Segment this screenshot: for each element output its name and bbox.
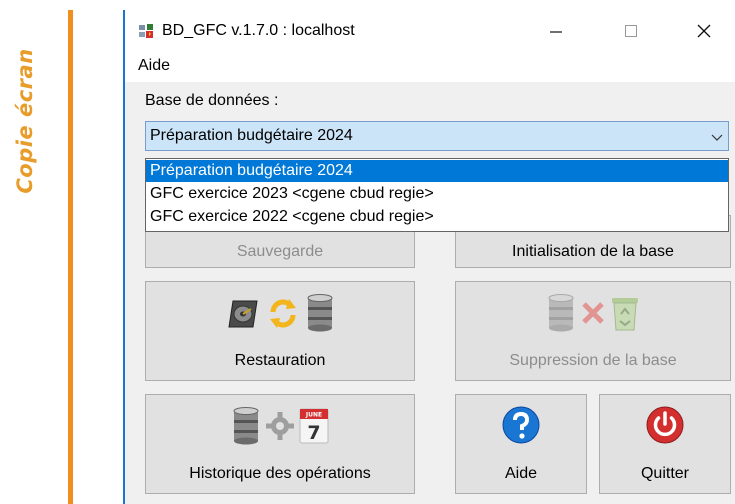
close-icon bbox=[697, 24, 711, 38]
gear-icon bbox=[266, 412, 294, 440]
database-icon bbox=[548, 294, 574, 332]
window-title: BD_GFC v.1.7.0 : localhost bbox=[162, 22, 355, 39]
calendar-day-text: 7 bbox=[307, 422, 320, 444]
refresh-icon bbox=[270, 299, 296, 328]
database-icon bbox=[233, 407, 259, 445]
close-button[interactable] bbox=[681, 10, 727, 52]
minimize-icon bbox=[550, 31, 562, 33]
database-selected-value: Préparation budgétaire 2024 bbox=[150, 127, 353, 144]
dropdown-option[interactable]: GFC exercice 2023 <cgene cbud regie> bbox=[146, 183, 728, 205]
historique-label: Historique des opérations bbox=[189, 465, 371, 482]
power-icon bbox=[646, 406, 684, 444]
database-dropdown-list: Préparation budgétaire 2024 GFC exercice… bbox=[145, 158, 729, 232]
recycle-bin-icon bbox=[612, 298, 638, 331]
dropdown-option[interactable]: Préparation budgétaire 2024 bbox=[146, 160, 728, 182]
sauvegarde-label: Sauvegarde bbox=[236, 243, 324, 260]
delete-x-icon bbox=[582, 302, 604, 324]
hard-drive-icon bbox=[228, 300, 258, 328]
chevron-down-icon bbox=[711, 134, 723, 141]
calendar-icon: JUNE 7 bbox=[299, 408, 329, 444]
suppression-label: Suppression de la base bbox=[509, 352, 677, 369]
title-bar[interactable]: BD_GFC v.1.7.0 : localhost bbox=[125, 10, 735, 52]
historique-button[interactable]: JUNE 7 Historique des opérations bbox=[145, 394, 415, 494]
menu-item-aide[interactable]: Aide bbox=[138, 57, 170, 75]
help-icon bbox=[502, 406, 540, 444]
calendar-month-text: JUNE bbox=[305, 412, 322, 419]
quitter-label: Quitter bbox=[640, 465, 689, 482]
database-icon bbox=[307, 294, 333, 332]
minimize-button[interactable] bbox=[533, 10, 579, 52]
database-label: Base de données : bbox=[145, 92, 279, 109]
aide-label: Aide bbox=[504, 465, 538, 482]
restauration-label: Restauration bbox=[234, 352, 326, 369]
restauration-button[interactable]: Restauration bbox=[145, 281, 415, 381]
database-select[interactable]: Préparation budgétaire 2024 bbox=[145, 121, 729, 151]
aide-button[interactable]: Aide bbox=[455, 394, 587, 494]
quitter-button[interactable]: Quitter bbox=[599, 394, 731, 494]
orange-accent-bar bbox=[68, 10, 73, 504]
menu-bar: Aide bbox=[125, 52, 735, 82]
initialisation-label: Initialisation de la base bbox=[512, 243, 674, 260]
app-icon bbox=[139, 24, 153, 38]
maximize-icon bbox=[625, 25, 637, 37]
side-watermark-label: Copie écran bbox=[10, 26, 40, 216]
maximize-button[interactable] bbox=[608, 10, 654, 52]
app-window: BD_GFC v.1.7.0 : localhost Aide Base de … bbox=[123, 10, 735, 504]
suppression-button[interactable]: Suppression de la base bbox=[455, 281, 731, 381]
dropdown-option[interactable]: GFC exercice 2022 <cgene cbud regie> bbox=[146, 206, 728, 228]
side-watermark-text: Copie écran bbox=[13, 48, 37, 194]
